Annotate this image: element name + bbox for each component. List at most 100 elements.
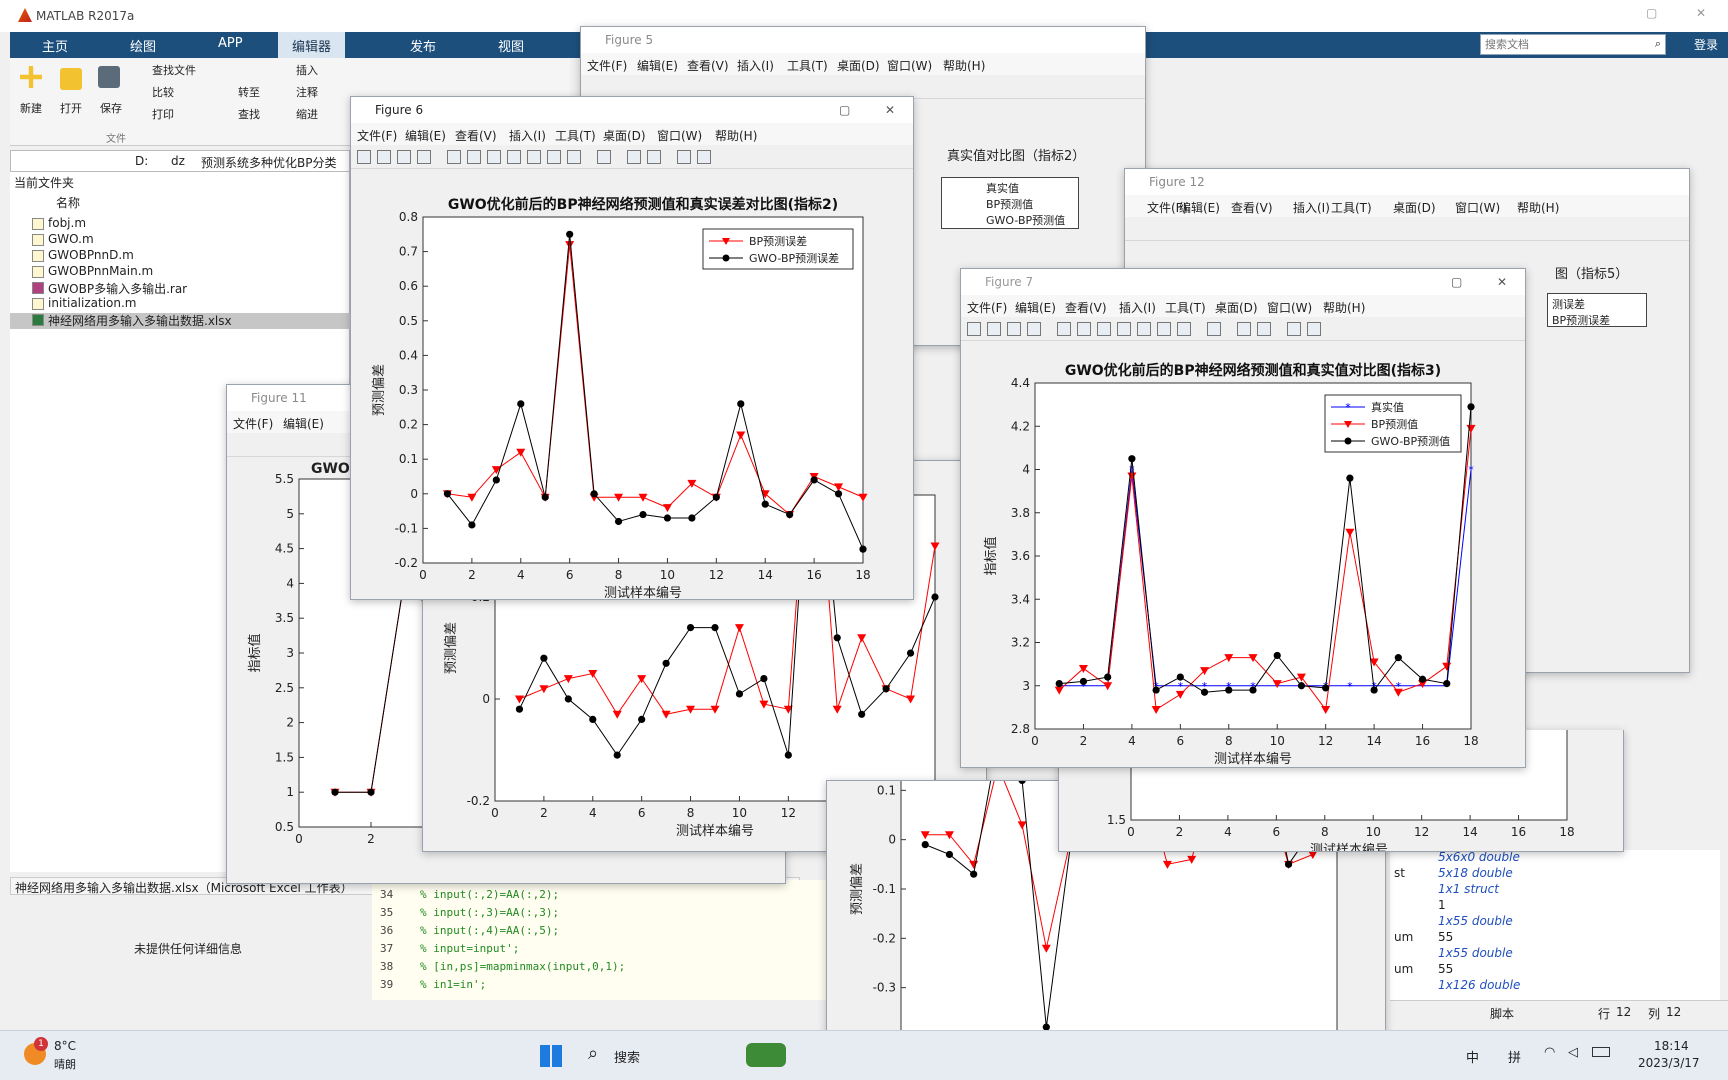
weather-desc[interactable]: 晴朗 <box>54 1056 76 1072</box>
brush-icon[interactable] <box>567 150 581 164</box>
file-item[interactable]: GWOBP多输入多输出.rar <box>48 280 187 297</box>
code-line[interactable]: 39% in1=in'; <box>380 978 486 991</box>
print-icon[interactable] <box>417 150 431 164</box>
search-icon[interactable]: ⌕ <box>588 1043 598 1064</box>
login-link[interactable]: 登录 <box>1694 36 1718 53</box>
menu-item[interactable]: 窗口(W) <box>1455 199 1500 216</box>
hide-tools-icon[interactable] <box>677 150 691 164</box>
clock-date[interactable]: 2023/3/17 <box>1638 1056 1700 1070</box>
zoom-in-icon[interactable] <box>1077 322 1091 336</box>
code-line[interactable]: 35% input(:,3)=AA(:,3); <box>380 906 559 919</box>
save-icon[interactable] <box>397 150 411 164</box>
hide-tools-icon[interactable] <box>1287 322 1301 336</box>
maximize-button[interactable]: ▢ <box>1451 275 1462 289</box>
rotate-icon[interactable] <box>527 150 541 164</box>
menu-item[interactable]: 工具(T) <box>1331 199 1372 216</box>
minimize-button[interactable]: ▢ <box>1646 6 1657 20</box>
legend-icon[interactable] <box>1257 322 1271 336</box>
figure-7-window[interactable]: Figure 7 ▢ ✕ 文件(F) 编辑(E) 查看(V) 插入(I) 工具(… <box>960 268 1526 768</box>
pan-icon[interactable] <box>1117 322 1131 336</box>
figure-title-bar[interactable]: Figure 12 <box>1125 169 1689 195</box>
pointer-icon[interactable] <box>447 150 461 164</box>
tab-editor[interactable]: 编辑器 <box>278 32 346 58</box>
save-icon[interactable] <box>98 66 120 88</box>
ime-chinese[interactable]: 中 <box>1466 1047 1479 1066</box>
menu-item[interactable]: 文件(F) <box>233 415 273 432</box>
menu-item[interactable]: 编辑(E) <box>1179 199 1220 216</box>
file-item[interactable]: GWO.m <box>48 232 94 246</box>
new-figure-icon[interactable] <box>967 322 981 336</box>
close-button[interactable]: ✕ <box>1696 6 1706 20</box>
new-button[interactable]: 新建 <box>20 100 42 116</box>
tab-publish[interactable]: 发布 <box>410 36 436 55</box>
menu-item[interactable]: 窗口(W) <box>1267 299 1312 316</box>
search-input[interactable] <box>1481 35 1631 53</box>
close-button[interactable]: ✕ <box>1497 275 1507 289</box>
pan-icon[interactable] <box>507 150 521 164</box>
volume-icon[interactable]: ◁ <box>1568 1045 1578 1060</box>
file-item[interactable]: fobj.m <box>48 216 86 230</box>
link-icon[interactable] <box>1207 322 1221 336</box>
menu-item[interactable]: 帮助(H) <box>1517 199 1559 216</box>
menu-item[interactable]: 工具(T) <box>787 57 828 74</box>
figure-title-bar[interactable]: Figure 6 ▢ ✕ <box>351 97 913 123</box>
menu-item[interactable]: 工具(T) <box>555 127 596 144</box>
address-bar[interactable]: D: dz 预测系统多种优化BP分类SV <box>10 150 350 185</box>
menu-item[interactable]: 查看(V) <box>1065 299 1107 316</box>
menu-item[interactable]: 插入(I) <box>1119 299 1156 316</box>
data-cursor-icon[interactable] <box>547 150 561 164</box>
show-tools-icon[interactable] <box>1307 322 1321 336</box>
rotate-icon[interactable] <box>1137 322 1151 336</box>
maximize-button[interactable]: ▢ <box>839 103 850 117</box>
show-tools-icon[interactable] <box>697 150 711 164</box>
code-line[interactable]: 36% input(:,4)=AA(:,5); <box>380 924 559 937</box>
search-icon[interactable]: ⌕ <box>1655 37 1661 51</box>
menu-item[interactable]: 桌面(D) <box>603 127 646 144</box>
open-button[interactable]: 打开 <box>60 100 82 116</box>
print-icon[interactable] <box>1027 322 1041 336</box>
menu-item[interactable]: 编辑(E) <box>405 127 446 144</box>
colorbar-icon[interactable] <box>1237 322 1251 336</box>
print-button[interactable]: 打印 <box>152 106 174 122</box>
insert-button[interactable]: 插入 <box>296 62 318 78</box>
open-folder-icon[interactable] <box>60 68 82 90</box>
menu-item[interactable]: 帮助(H) <box>943 57 985 74</box>
find-files-button[interactable]: 查找文件 <box>152 62 196 78</box>
menu-item[interactable]: 桌面(D) <box>837 57 880 74</box>
tab-plots[interactable]: 绘图 <box>130 36 156 55</box>
zoom-in-icon[interactable] <box>467 150 481 164</box>
menu-item[interactable]: 编辑(E) <box>1015 299 1056 316</box>
new-icon[interactable] <box>20 66 42 88</box>
menu-item[interactable]: 文件(F) <box>967 299 1007 316</box>
menu-item[interactable]: 帮助(H) <box>1323 299 1365 316</box>
tab-home[interactable]: 主页 <box>42 36 68 55</box>
tab-apps[interactable]: APP <box>218 36 243 51</box>
file-item-selected[interactable]: 神经网络用多输入多输出数据.xlsx <box>48 312 232 329</box>
figure-6-window[interactable]: Figure 6 ▢ ✕ 文件(F) 编辑(E) 查看(V) 插入(I) 工具(… <box>350 96 914 600</box>
menu-item[interactable]: 工具(T) <box>1165 299 1206 316</box>
close-button[interactable]: ✕ <box>885 103 895 117</box>
code-line[interactable]: 37% input=input'; <box>380 942 519 955</box>
taskbar-search[interactable]: 搜索 <box>614 1047 640 1066</box>
menu-item[interactable]: 插入(I) <box>1293 199 1330 216</box>
file-item[interactable]: GWOBPnnD.m <box>48 248 134 262</box>
code-editor[interactable]: 34% input(:,2)=AA(:,2); 35% input(:,3)=A… <box>372 880 832 1000</box>
zoom-out-icon[interactable] <box>487 150 501 164</box>
link-icon[interactable] <box>597 150 611 164</box>
plant-icon[interactable] <box>746 1043 786 1067</box>
brush-icon[interactable] <box>1177 322 1191 336</box>
name-column-header[interactable]: 名称 <box>56 194 80 211</box>
new-figure-icon[interactable] <box>357 150 371 164</box>
menu-item[interactable]: 桌面(D) <box>1215 299 1258 316</box>
clock-time[interactable]: 18:14 <box>1654 1039 1689 1053</box>
open-icon[interactable] <box>987 322 1001 336</box>
address-part[interactable]: D: <box>135 154 148 168</box>
menu-item[interactable]: 桌面(D) <box>1393 199 1436 216</box>
indent-button[interactable]: 缩进 <box>296 106 318 122</box>
file-item[interactable]: initialization.m <box>48 296 136 310</box>
menu-item[interactable]: 文件(F) <box>587 57 627 74</box>
menu-item[interactable]: 文件(F) <box>357 127 397 144</box>
menu-item[interactable]: 编辑(E) <box>637 57 678 74</box>
menu-item[interactable]: 查看(V) <box>455 127 497 144</box>
code-line[interactable]: 34% input(:,2)=AA(:,2); <box>380 888 559 901</box>
